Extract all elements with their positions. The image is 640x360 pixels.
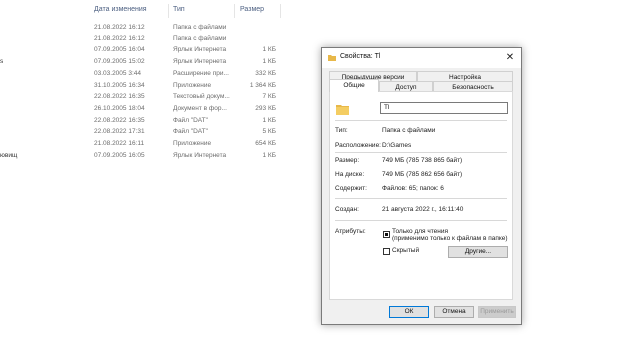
divider xyxy=(335,152,507,153)
file-date: 07.09.2005 15:02 xyxy=(94,58,145,65)
attributes-label: Атрибуты: xyxy=(335,228,366,235)
file-date: 31.10.2005 16:34 xyxy=(94,82,145,89)
column-separator[interactable] xyxy=(168,4,169,18)
file-row[interactable]: 21.08.2022 16:12 Папка с файлами xyxy=(0,24,290,35)
column-header-size[interactable]: Размер xyxy=(240,6,264,20)
file-date: 22.08.2022 16:35 xyxy=(94,93,145,100)
file-type: Текстовый докум... xyxy=(173,93,230,100)
file-type: Приложение xyxy=(173,82,212,89)
file-date: 22.08.2022 17:31 xyxy=(94,128,145,135)
file-size: 1 КБ xyxy=(262,58,276,65)
disk-size-label: На диске: xyxy=(335,171,365,178)
file-date: 07.09.2005 16:05 xyxy=(94,152,145,159)
type-value: Папка с файлами xyxy=(382,127,436,134)
other-attributes-button[interactable]: Другие... xyxy=(448,246,508,258)
location-value: D:\Games xyxy=(382,142,412,149)
general-panel xyxy=(329,91,513,300)
file-size: 1 КБ xyxy=(262,152,276,159)
file-name: ювищ xyxy=(0,152,18,159)
file-size: 5 КБ xyxy=(262,128,276,135)
file-type: Папка с файлами xyxy=(173,24,227,31)
file-row[interactable]: 21.08.2022 16:12 Папка с файлами xyxy=(0,35,290,46)
file-row[interactable]: 26.10.2005 18:04 Документ в фор... 293 К… xyxy=(0,105,290,116)
file-size: 654 КБ xyxy=(255,140,276,147)
file-type: Документ в фор... xyxy=(173,105,227,112)
file-date: 22.08.2022 16:35 xyxy=(94,117,145,124)
location-label: Расположение: xyxy=(335,142,381,149)
column-header-date[interactable]: Дата изменения xyxy=(94,6,147,20)
file-row[interactable]: 22.08.2022 16:35 Файл "DAT" 1 КБ xyxy=(0,117,290,128)
file-type: Ярлык Интернета xyxy=(173,46,227,53)
file-row[interactable]: 31.10.2005 16:34 Приложение 1 364 КБ xyxy=(0,82,290,93)
readonly-checkbox[interactable] xyxy=(383,231,390,238)
divider xyxy=(335,198,507,199)
contains-value: Файлов: 65; папок: 6 xyxy=(382,185,444,192)
file-size: 332 КБ xyxy=(255,70,276,77)
column-header-type[interactable]: Тип xyxy=(173,6,185,20)
close-button[interactable]: ✕ xyxy=(504,52,516,64)
column-separator[interactable] xyxy=(280,4,281,18)
file-row[interactable]: 07.09.2005 16:04 Ярлык Интернета 1 КБ xyxy=(0,46,290,57)
file-type: Приложение xyxy=(173,140,212,147)
file-row[interactable]: 22.08.2022 16:35 Текстовый докум... 7 КБ xyxy=(0,93,290,104)
properties-dialog: Свойства: Tl ✕ Предыдущие версии Настрой… xyxy=(321,47,522,325)
disk-size-value: 749 МБ (785 862 656 байт) xyxy=(382,171,463,178)
file-size: 1 364 КБ xyxy=(249,82,276,89)
file-row[interactable]: ювищ 07.09.2005 16:05 Ярлык Интернета 1 … xyxy=(0,152,290,163)
size-label: Размер: xyxy=(335,157,360,164)
size-value: 749 МБ (785 738 865 байт) xyxy=(382,157,463,164)
file-size: 293 КБ xyxy=(255,105,276,112)
divider xyxy=(335,120,507,121)
file-date: 21.08.2022 16:12 xyxy=(94,35,145,42)
ok-button[interactable]: ОК xyxy=(389,306,429,318)
file-size: 1 КБ xyxy=(262,117,276,124)
hidden-checkbox[interactable] xyxy=(383,248,390,255)
folder-name-input[interactable]: Tl xyxy=(380,102,508,114)
file-date: 21.08.2022 16:12 xyxy=(94,24,145,31)
file-name: s xyxy=(0,58,4,65)
created-value: 21 августа 2022 г., 16:11:40 xyxy=(382,206,464,213)
file-size: 7 КБ xyxy=(262,93,276,100)
explorer-file-list: Дата изменения Тип Размер 21.08.2022 16:… xyxy=(0,0,640,360)
type-label: Тип: xyxy=(335,127,348,134)
cancel-button[interactable]: Отмена xyxy=(434,306,474,318)
file-type: Ярлык Интернета xyxy=(173,58,227,65)
file-date: 07.09.2005 16:04 xyxy=(94,46,145,53)
file-type: Ярлык Интернета xyxy=(173,152,227,159)
tab-general[interactable]: Общие xyxy=(329,79,379,92)
dialog-title: Свойства: Tl xyxy=(340,53,381,60)
readonly-note: (применимо только к файлам в папке) xyxy=(392,235,508,242)
file-row[interactable]: 03.03.2005 3:44 Расширение при... 332 КБ xyxy=(0,70,290,81)
created-label: Создан: xyxy=(335,206,359,213)
file-date: 21.08.2022 16:11 xyxy=(94,140,145,147)
folder-icon xyxy=(328,55,336,61)
file-row[interactable]: s 07.09.2005 15:02 Ярлык Интернета 1 КБ xyxy=(0,58,290,69)
folder-icon xyxy=(336,105,349,115)
file-date: 03.03.2005 3:44 xyxy=(94,70,141,77)
file-type: Расширение при... xyxy=(173,70,229,77)
dialog-titlebar[interactable]: Свойства: Tl ✕ xyxy=(322,48,521,68)
contains-label: Содержит: xyxy=(335,185,367,192)
file-type: Файл "DAT" xyxy=(173,128,208,135)
hidden-label: Скрытый xyxy=(392,247,420,254)
divider xyxy=(335,220,507,221)
file-type: Папка с файлами xyxy=(173,35,227,42)
file-row[interactable]: 21.08.2022 16:11 Приложение 654 КБ xyxy=(0,140,290,151)
file-type: Файл "DAT" xyxy=(173,117,208,124)
apply-button[interactable]: Применить xyxy=(478,306,516,318)
file-row[interactable]: 22.08.2022 17:31 Файл "DAT" 5 КБ xyxy=(0,128,290,139)
column-separator[interactable] xyxy=(234,4,235,18)
file-size: 1 КБ xyxy=(262,46,276,53)
file-date: 26.10.2005 18:04 xyxy=(94,105,145,112)
